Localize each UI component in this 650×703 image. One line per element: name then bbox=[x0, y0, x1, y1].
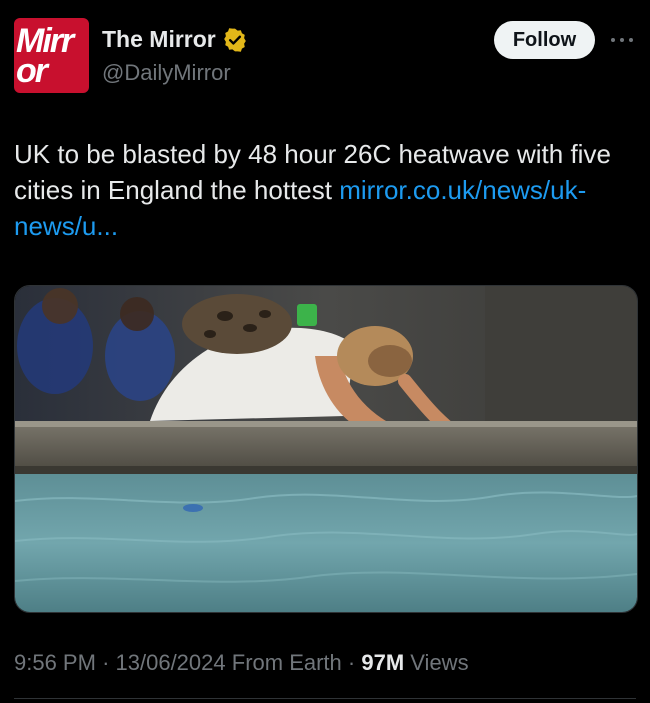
account-handle[interactable]: @DailyMirror bbox=[102, 60, 231, 86]
tweet-text: UK to be blasted by 48 hour 26C heatwave… bbox=[14, 136, 634, 244]
verified-badge-icon bbox=[222, 27, 248, 53]
display-name-row: The Mirror bbox=[102, 26, 248, 53]
meta-separator: · bbox=[102, 650, 110, 675]
avatar[interactable]: Mirr or bbox=[14, 18, 89, 93]
divider bbox=[14, 698, 636, 699]
views-label: Views bbox=[410, 650, 469, 675]
photo-illustration bbox=[15, 286, 637, 612]
tweet-meta: 9:56 PM · 13/06/2024 From Earth · 97M Vi… bbox=[14, 650, 469, 676]
tweet-source: From Earth bbox=[231, 650, 342, 675]
display-name[interactable]: The Mirror bbox=[102, 26, 216, 53]
meta-separator: · bbox=[347, 650, 356, 675]
tweet-time[interactable]: 9:56 PM bbox=[14, 650, 96, 675]
tweet-date[interactable]: 13/06/2024 bbox=[116, 650, 226, 675]
views-count[interactable]: 97M bbox=[361, 650, 404, 675]
avatar-logo-text: Mirr or bbox=[16, 22, 74, 90]
more-horizontal-icon[interactable] bbox=[608, 30, 636, 50]
follow-button[interactable]: Follow bbox=[494, 21, 595, 59]
tweet-photo[interactable] bbox=[14, 285, 638, 613]
